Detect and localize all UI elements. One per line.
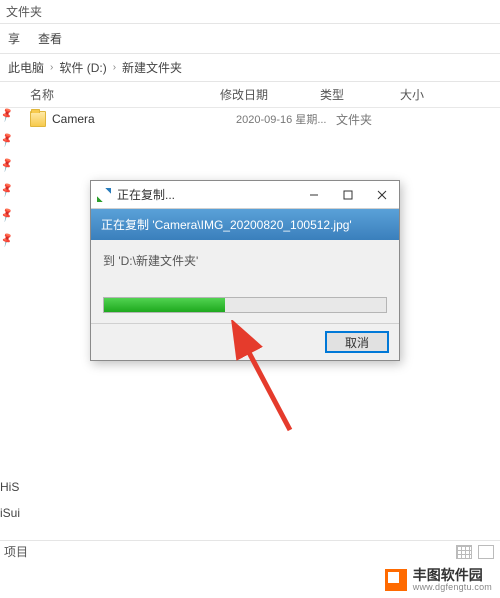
dialog-title: 正在复制... [117, 186, 297, 203]
watermark-brand: 丰图软件园 [413, 568, 492, 583]
copying-file-label: 正在复制 'Camera\IMG_20200820_100512.jpg' [101, 218, 352, 232]
column-type[interactable]: 类型 [320, 86, 400, 103]
menubar: 享 查看 [0, 24, 500, 54]
menu-view[interactable]: 查看 [38, 30, 62, 47]
breadcrumb[interactable]: 此电脑 › 软件 (D:) › 新建文件夹 [0, 54, 500, 82]
pin-icon: 📌 [0, 158, 15, 174]
status-text: 项目 [4, 543, 28, 560]
large-icons-view-icon[interactable] [478, 545, 494, 559]
menu-share[interactable]: 享 [8, 30, 20, 47]
sidebar-item-isui[interactable]: iSui [0, 506, 20, 520]
breadcrumb-item-folder[interactable]: 新建文件夹 [122, 59, 182, 76]
close-button[interactable] [365, 181, 399, 209]
file-name: Camera [52, 112, 236, 126]
pin-icon: 📌 [0, 208, 15, 224]
column-date[interactable]: 修改日期 [220, 86, 320, 103]
dialog-header: 正在复制 'Camera\IMG_20200820_100512.jpg' [91, 209, 399, 240]
file-date: 2020-09-16 星期... [236, 111, 336, 127]
copy-progress-dialog: 正在复制... 正在复制 'Camera\IMG_20200820_100512… [90, 180, 400, 361]
watermark: 丰图软件园 www.dgfengtu.com [0, 562, 500, 598]
window-title: 文件夹 [6, 3, 42, 20]
status-bar: 项目 [0, 540, 500, 562]
column-headers: 名称 修改日期 类型 大小 [0, 82, 500, 108]
pin-icon: 📌 [0, 108, 15, 124]
file-type: 文件夹 [336, 111, 416, 128]
column-size[interactable]: 大小 [400, 86, 500, 103]
sidebar-item-his[interactable]: HiS [0, 480, 20, 494]
details-view-icon[interactable] [456, 545, 472, 559]
chevron-right-icon: › [113, 62, 116, 73]
pin-icon: 📌 [0, 133, 15, 149]
dialog-footer: 取消 [91, 323, 399, 360]
dialog-body: 到 'D:\新建文件夹' [91, 240, 399, 323]
destination-label: 到 'D:\新建文件夹' [103, 252, 387, 269]
cancel-button[interactable]: 取消 [325, 331, 389, 353]
sidebar-labels: HiS iSui [0, 480, 20, 520]
chevron-right-icon: › [50, 62, 53, 73]
table-row[interactable]: Camera 2020-09-16 星期... 文件夹 [0, 108, 500, 130]
pin-icon: 📌 [0, 233, 15, 249]
progress-bar [103, 297, 387, 313]
folder-icon [30, 111, 46, 127]
file-list: Camera 2020-09-16 星期... 文件夹 [0, 108, 500, 130]
watermark-url: www.dgfengtu.com [413, 583, 492, 592]
watermark-logo-icon [385, 569, 407, 591]
dialog-titlebar[interactable]: 正在复制... [91, 181, 399, 209]
breadcrumb-item-drive[interactable]: 软件 (D:) [59, 59, 106, 76]
progress-fill [104, 298, 225, 312]
minimize-button[interactable] [297, 181, 331, 209]
window-titlebar: 文件夹 [0, 0, 500, 24]
maximize-button[interactable] [331, 181, 365, 209]
quick-access-pins: 📌 📌 📌 📌 📌 📌 [0, 110, 14, 246]
column-name[interactable]: 名称 [30, 86, 220, 103]
copy-icon [97, 188, 111, 202]
breadcrumb-item-pc[interactable]: 此电脑 [8, 59, 44, 76]
pin-icon: 📌 [0, 183, 15, 199]
